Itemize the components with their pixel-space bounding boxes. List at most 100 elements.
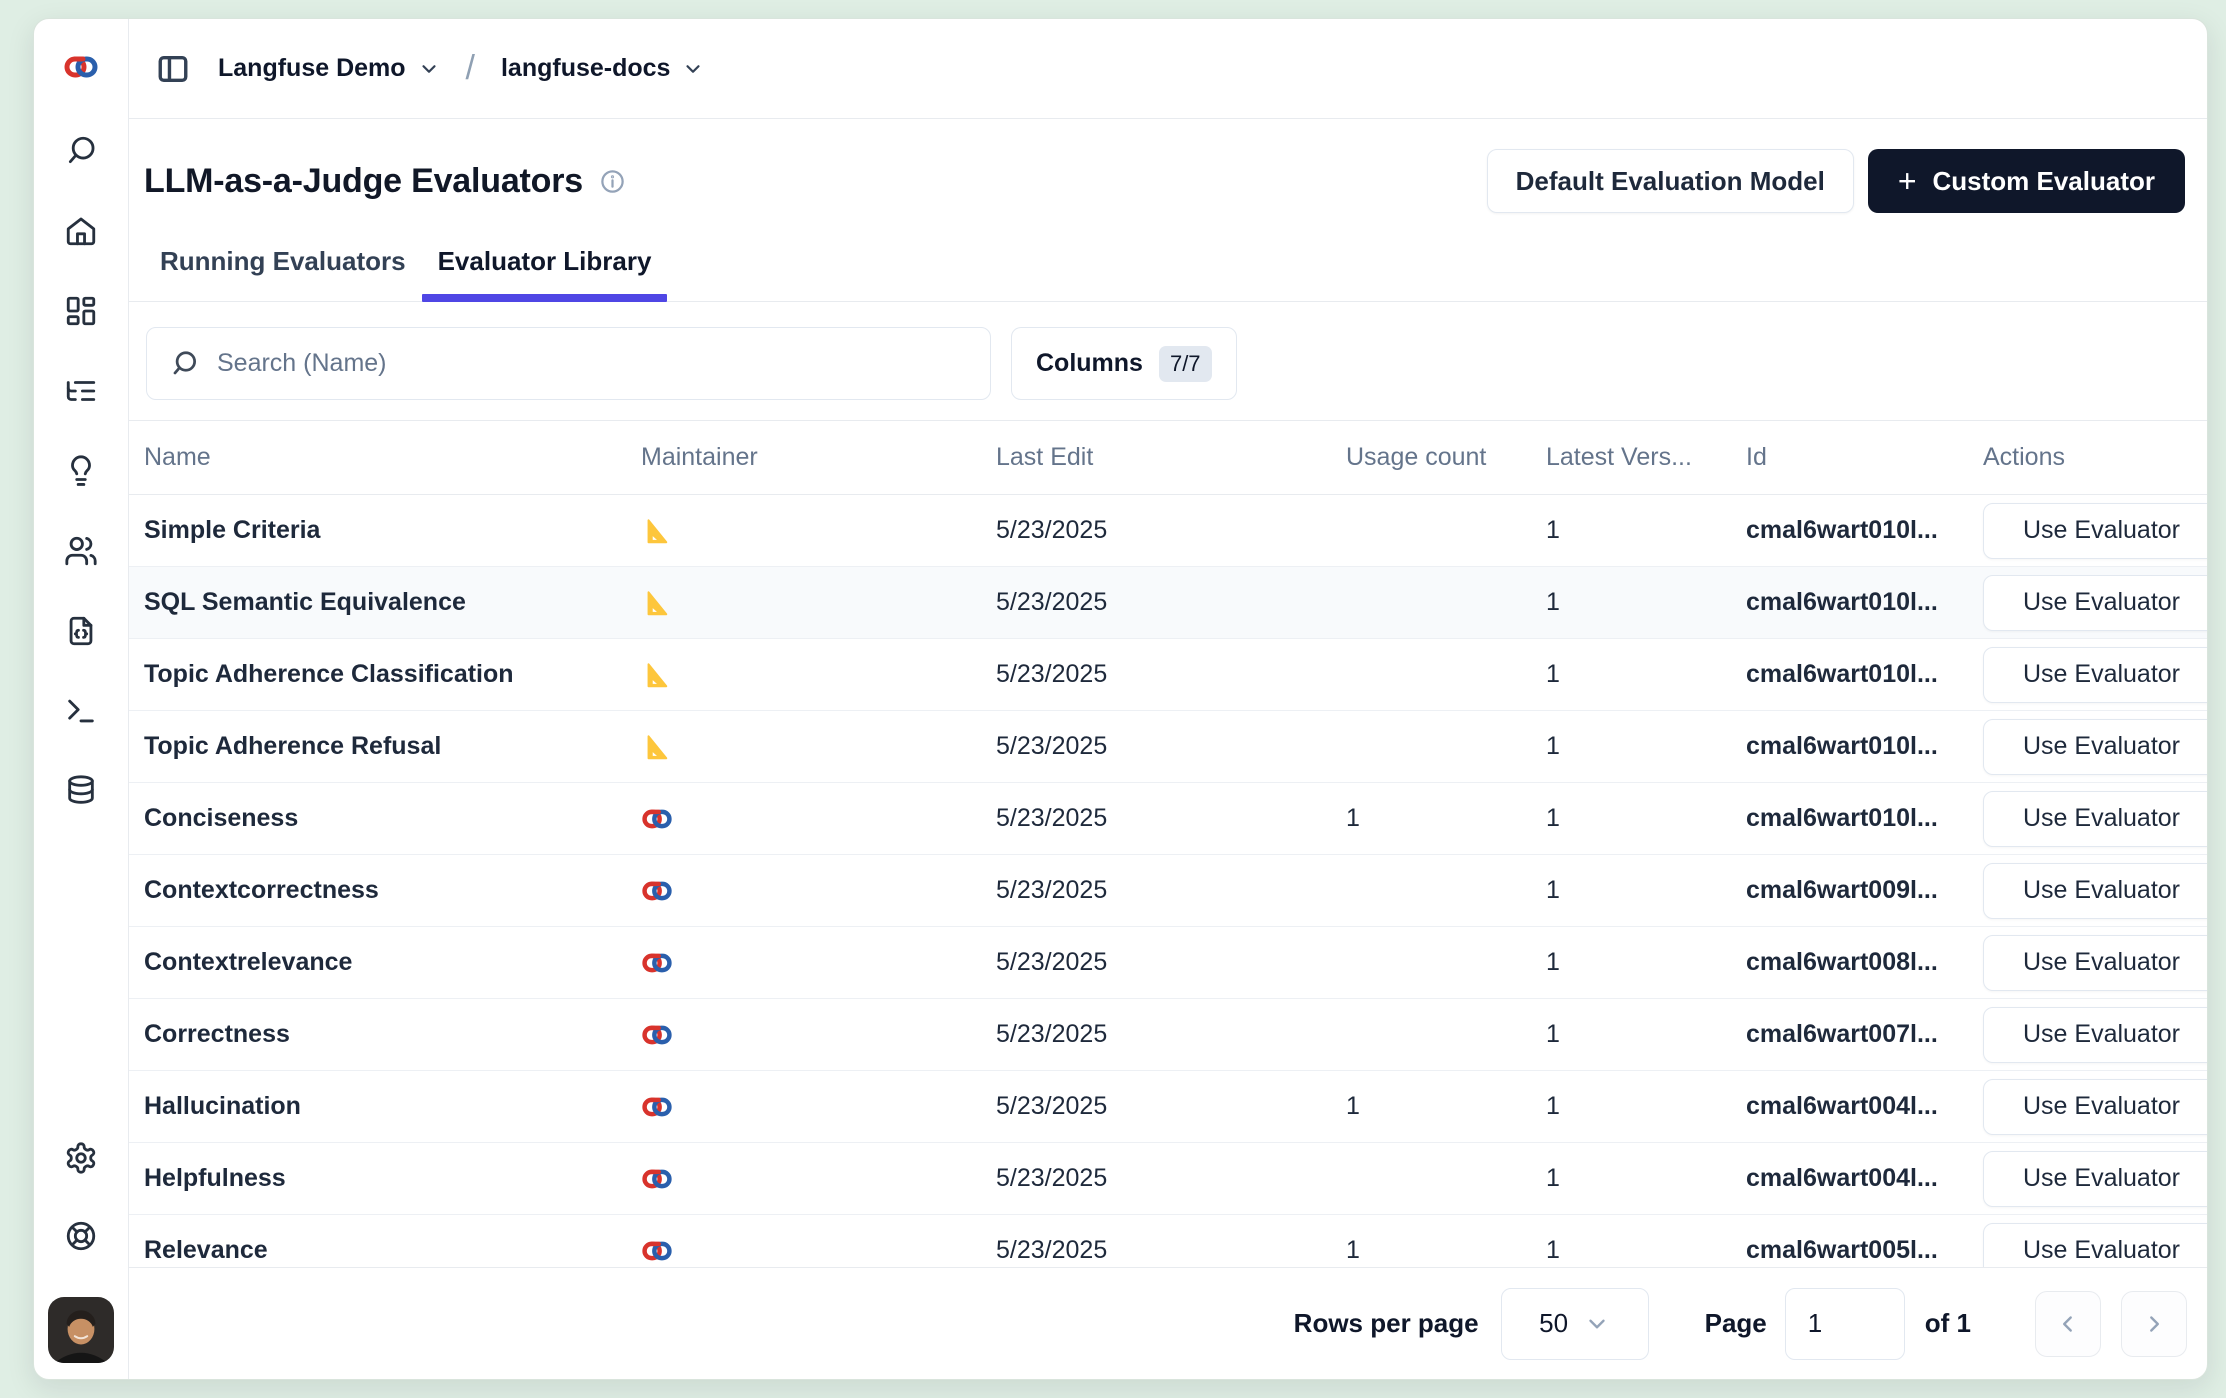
sidebar-item-prompts[interactable]	[64, 614, 98, 648]
maintainer-cell	[641, 1165, 996, 1193]
sidebar-item-support[interactable]	[64, 1219, 98, 1253]
rows-per-page-label: Rows per page	[1294, 1308, 1479, 1339]
latest-version: 1	[1546, 660, 1746, 689]
column-header-usage-count: Usage count	[1346, 443, 1546, 472]
table-row[interactable]: Contextrelevance 5/23/2025 1 cmal6wart00…	[129, 927, 2207, 999]
use-evaluator-button[interactable]: Use Evaluator	[1983, 1151, 2207, 1207]
columns-count-badge: 7/7	[1159, 346, 1212, 382]
last-edit-date: 5/23/2025	[996, 516, 1346, 545]
last-edit-date: 5/23/2025	[996, 1164, 1346, 1193]
table-row[interactable]: Relevance 5/23/2025 1 1 cmal6wart005l...…	[129, 1215, 2207, 1267]
topbar: Langfuse Demo / langfuse-docs	[129, 19, 2207, 119]
columns-button[interactable]: Columns 7/7	[1011, 327, 1237, 400]
evaluator-name: Contextcorrectness	[144, 876, 641, 905]
use-evaluator-button[interactable]: Use Evaluator	[1983, 647, 2207, 703]
evaluator-id: cmal6wart004l...	[1746, 1092, 1983, 1121]
use-evaluator-button[interactable]: Use Evaluator	[1983, 1007, 2207, 1063]
sidebar-item-tracing[interactable]	[64, 374, 98, 408]
sidebar-item-users[interactable]	[64, 534, 98, 568]
search-input[interactable]	[217, 349, 968, 378]
table-row[interactable]: SQL Semantic Equivalence 5/23/2025 1 cma…	[129, 567, 2207, 639]
rows-per-page-select[interactable]: 50	[1501, 1288, 1649, 1360]
last-edit-date: 5/23/2025	[996, 1092, 1346, 1121]
latest-version: 1	[1546, 516, 1746, 545]
sidebar-nav	[64, 134, 98, 808]
org-switcher[interactable]: Langfuse Demo	[218, 54, 440, 83]
chevron-left-icon	[2055, 1311, 2081, 1337]
evaluator-name: Conciseness	[144, 804, 641, 833]
table-row[interactable]: Simple Criteria 5/23/2025 1 cmal6wart010…	[129, 495, 2207, 567]
desktop-background: Langfuse Demo / langfuse-docs LLM-as-a-J…	[0, 0, 2226, 1398]
panel-left-icon	[156, 52, 190, 86]
last-edit-date: 5/23/2025	[996, 588, 1346, 617]
table-row[interactable]: Topic Adherence Refusal 5/23/2025 1 cmal…	[129, 711, 2207, 783]
sidebar-item-home[interactable]	[64, 214, 98, 248]
sidebar-item-evaluation[interactable]	[64, 454, 98, 488]
use-evaluator-button[interactable]: Use Evaluator	[1983, 863, 2207, 919]
evaluator-name: Hallucination	[144, 1092, 641, 1121]
use-evaluator-button[interactable]: Use Evaluator	[1983, 503, 2207, 559]
sidebar-item-playground[interactable]	[64, 694, 98, 728]
tab-evaluator-library[interactable]: Evaluator Library	[422, 247, 668, 301]
sidebar-item-search[interactable]	[64, 134, 98, 168]
use-evaluator-button[interactable]: Use Evaluator	[1983, 791, 2207, 847]
next-page-button[interactable]	[2121, 1291, 2187, 1357]
last-edit-date: 5/23/2025	[996, 732, 1346, 761]
default-evaluation-model-button[interactable]: Default Evaluation Model	[1487, 149, 1854, 213]
table-row[interactable]: Contextcorrectness 5/23/2025 1 cmal6wart…	[129, 855, 2207, 927]
latest-version: 1	[1546, 804, 1746, 833]
column-header-latest-version: Latest Vers...	[1546, 443, 1746, 472]
use-evaluator-button[interactable]: Use Evaluator	[1983, 719, 2207, 775]
chevron-right-icon	[2141, 1311, 2167, 1337]
page-title: LLM-as-a-Judge Evaluators	[144, 162, 583, 201]
settings-gear-icon	[64, 1141, 98, 1175]
table-row[interactable]: Correctness 5/23/2025 1 cmal6wart007l...…	[129, 999, 2207, 1071]
langfuse-knot-icon	[63, 51, 99, 83]
langfuse-knot-icon	[641, 1165, 673, 1193]
chevron-down-icon	[1584, 1311, 1610, 1337]
search-icon	[64, 134, 98, 168]
project-switcher[interactable]: langfuse-docs	[501, 54, 704, 83]
table-row[interactable]: Hallucination 5/23/2025 1 1 cmal6wart004…	[129, 1071, 2207, 1143]
page-number-input[interactable]	[1785, 1288, 1905, 1360]
use-evaluator-button[interactable]: Use Evaluator	[1983, 575, 2207, 631]
maintainer-cell	[641, 588, 996, 618]
latest-version: 1	[1546, 588, 1746, 617]
previous-page-button[interactable]	[2035, 1291, 2101, 1357]
langfuse-knot-icon	[641, 1093, 673, 1121]
use-evaluator-button[interactable]: Use Evaluator	[1983, 935, 2207, 991]
tab-running-evaluators[interactable]: Running Evaluators	[144, 247, 422, 301]
use-evaluator-button[interactable]: Use Evaluator	[1983, 1223, 2207, 1268]
sidebar-item-datasets[interactable]	[64, 774, 98, 808]
page-total-label: of 1	[1925, 1308, 1971, 1339]
trace-tree-icon	[64, 374, 98, 408]
custom-evaluator-button[interactable]: + Custom Evaluator	[1868, 149, 2185, 213]
app-window: Langfuse Demo / langfuse-docs LLM-as-a-J…	[33, 18, 2208, 1380]
table-row[interactable]: Conciseness 5/23/2025 1 1 cmal6wart010l.…	[129, 783, 2207, 855]
page-label: Page	[1705, 1308, 1767, 1339]
maintainer-cell	[641, 877, 996, 905]
ragas-triangular-ruler-icon	[641, 732, 671, 762]
dashboard-grid-icon	[64, 294, 98, 328]
last-edit-date: 5/23/2025	[996, 804, 1346, 833]
evaluator-name: Simple Criteria	[144, 516, 641, 545]
pagination-footer: Rows per page 50 Page of 1	[129, 1267, 2207, 1379]
page-header: LLM-as-a-Judge Evaluators Default Evalua…	[129, 119, 2207, 302]
table-row[interactable]: Helpfulness 5/23/2025 1 cmal6wart004l...…	[129, 1143, 2207, 1215]
search-box	[146, 327, 991, 400]
ragas-triangular-ruler-icon	[641, 516, 671, 546]
user-avatar[interactable]	[48, 1297, 114, 1363]
use-evaluator-button[interactable]: Use Evaluator	[1983, 1079, 2207, 1135]
evaluator-id: cmal6wart010l...	[1746, 732, 1983, 761]
info-icon[interactable]	[599, 168, 626, 195]
home-icon	[64, 214, 98, 248]
evaluator-id: cmal6wart004l...	[1746, 1164, 1983, 1193]
last-edit-date: 5/23/2025	[996, 876, 1346, 905]
sidebar-toggle-button[interactable]	[156, 52, 190, 86]
latest-version: 1	[1546, 948, 1746, 977]
langfuse-logo[interactable]	[63, 51, 99, 88]
evaluator-name: Relevance	[144, 1236, 641, 1265]
sidebar-item-settings[interactable]	[64, 1141, 98, 1175]
sidebar-item-dashboards[interactable]	[64, 294, 98, 328]
table-row[interactable]: Topic Adherence Classification 5/23/2025…	[129, 639, 2207, 711]
